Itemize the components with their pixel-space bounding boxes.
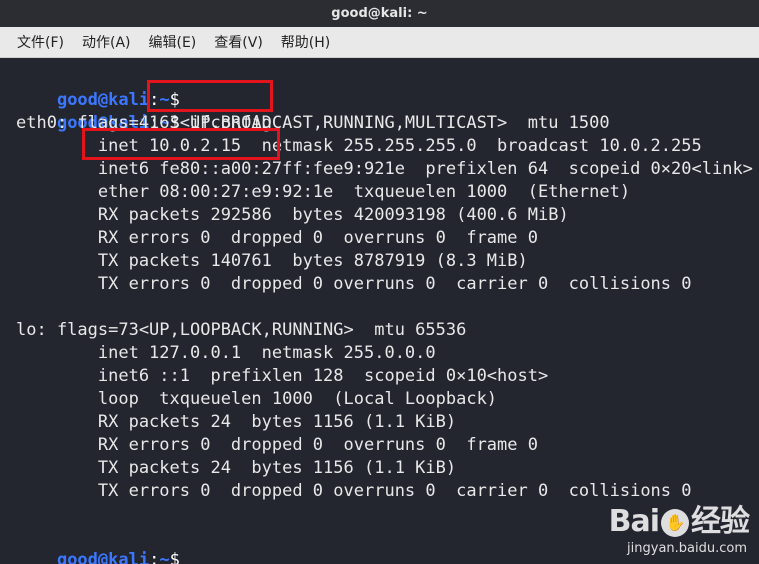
watermark-url: jingyan.baidu.com: [627, 541, 747, 556]
menubar: 文件(F) 动作(A) 编辑(E) 查看(V) 帮助(H): [0, 27, 759, 58]
text-cursor: [190, 554, 200, 564]
output-line: TX errors 0 dropped 0 overruns 0 carrier…: [16, 274, 692, 294]
output-line: lo: flags=73<UP,LOOPBACK,RUNNING> mtu 65…: [16, 320, 467, 340]
menu-file[interactable]: 文件(F): [0, 32, 73, 52]
highlight-command: [147, 80, 273, 112]
menu-help[interactable]: 帮助(H): [272, 32, 339, 52]
output-line: inet 127.0.0.1 netmask 255.0.0.0: [16, 343, 436, 363]
output-line: inet6 ::1 prefixlen 128 scopeid 0×10<hos…: [16, 366, 549, 386]
window-titlebar[interactable]: good@kali: ~: [0, 0, 759, 27]
prompt-separator: :: [149, 550, 160, 564]
prompt-path: ~: [159, 550, 170, 564]
menu-edit[interactable]: 编辑(E): [140, 32, 206, 52]
output-line: RX errors 0 dropped 0 overruns 0 frame 0: [16, 228, 538, 248]
menu-view[interactable]: 查看(V): [205, 32, 272, 52]
output-line: inet6 fe80::a00:27ff:fee9:921e prefixlen…: [16, 159, 753, 179]
prompt-user-host: good@kali: [56, 550, 150, 564]
output-line: RX packets 24 bytes 1156 (1.1 KiB): [16, 412, 457, 432]
window-title: good@kali: ~: [331, 6, 428, 21]
baidu-logo: Bai ✋ 经验: [608, 504, 750, 539]
prompt-symbol: $: [169, 550, 180, 564]
output-line: loop txqueuelen 1000 (Local Loopback): [16, 389, 498, 409]
highlight-inet-address: [82, 128, 280, 160]
output-line: ether 08:00:27:e9:92:1e txqueuelen 1000 …: [16, 182, 631, 202]
menu-action[interactable]: 动作(A): [73, 32, 140, 52]
prompt-line-active: good@kali:~$: [16, 526, 200, 564]
baidu-watermark: Bai ✋ 经验 jingyan.baidu.com: [549, 496, 750, 556]
paw-icon: ✋: [661, 508, 689, 537]
output-line: RX errors 0 dropped 0 overruns 0 frame 0: [16, 435, 538, 455]
output-line: TX packets 24 bytes 1156 (1.1 KiB): [16, 458, 457, 478]
output-line: RX packets 292586 bytes 420093198 (400.6…: [16, 205, 569, 225]
terminal-output[interactable]: good@kali:~$ good@kali:~$ ifconfig eth0:…: [0, 58, 759, 564]
output-line: TX packets 140761 bytes 8787919 (8.3 MiB…: [16, 251, 528, 271]
